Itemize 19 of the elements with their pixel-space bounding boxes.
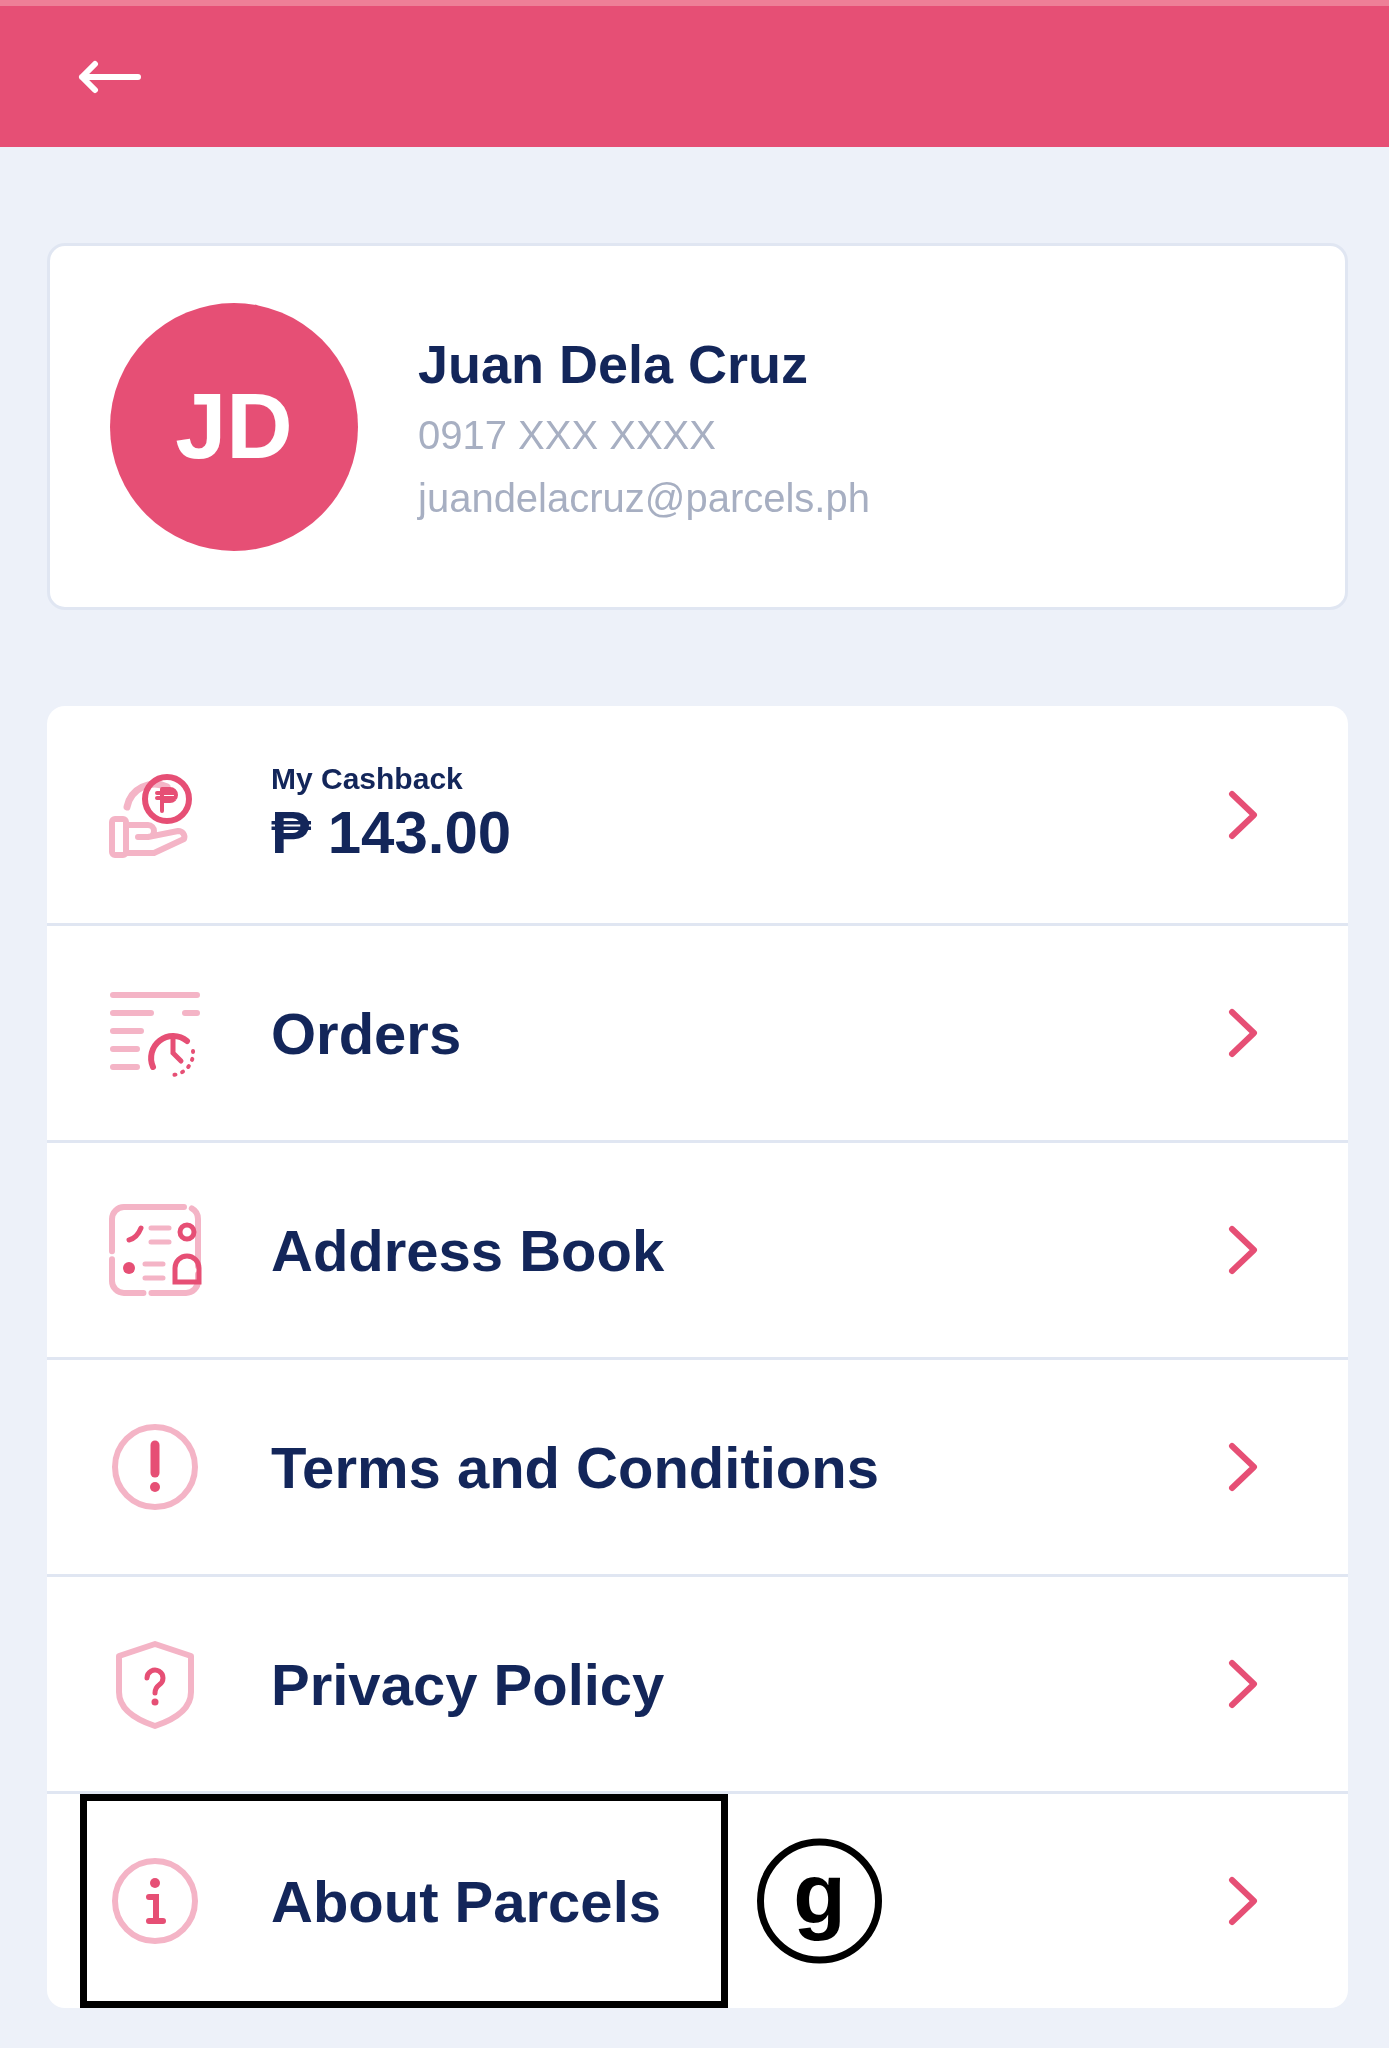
phone-number: 0917 XXX XXXX: [418, 412, 717, 458]
chevron-icon[interactable]: [1228, 1442, 1258, 1492]
menu-item-label[interactable]: About Parcels: [271, 1867, 661, 1935]
chevron-icon[interactable]: [1228, 789, 1258, 840]
chevron-icon[interactable]: [1228, 1876, 1258, 1926]
menu-item-label[interactable]: Terms and Conditions: [271, 1433, 879, 1501]
menu-item-label[interactable]: Orders: [271, 999, 462, 1067]
chevron-icon[interactable]: [1228, 1008, 1258, 1058]
user-name: Juan Dela Cruz: [418, 332, 810, 395]
chevron-icon[interactable]: [1228, 1225, 1258, 1275]
cashback-amount: ₱ 143.00: [271, 798, 513, 867]
avatar: JD: [110, 302, 358, 551]
cashback-label: My Cashback: [271, 762, 464, 796]
menu-item-label[interactable]: Address Book: [271, 1216, 665, 1284]
email-address: juandelacruz@parcels.ph: [418, 475, 870, 521]
callout-label: g: [757, 1838, 882, 1964]
chevron-icon[interactable]: [1228, 1659, 1258, 1709]
menu-item-label[interactable]: Privacy Policy: [271, 1650, 665, 1718]
address-book-icon: [107, 1202, 203, 1298]
